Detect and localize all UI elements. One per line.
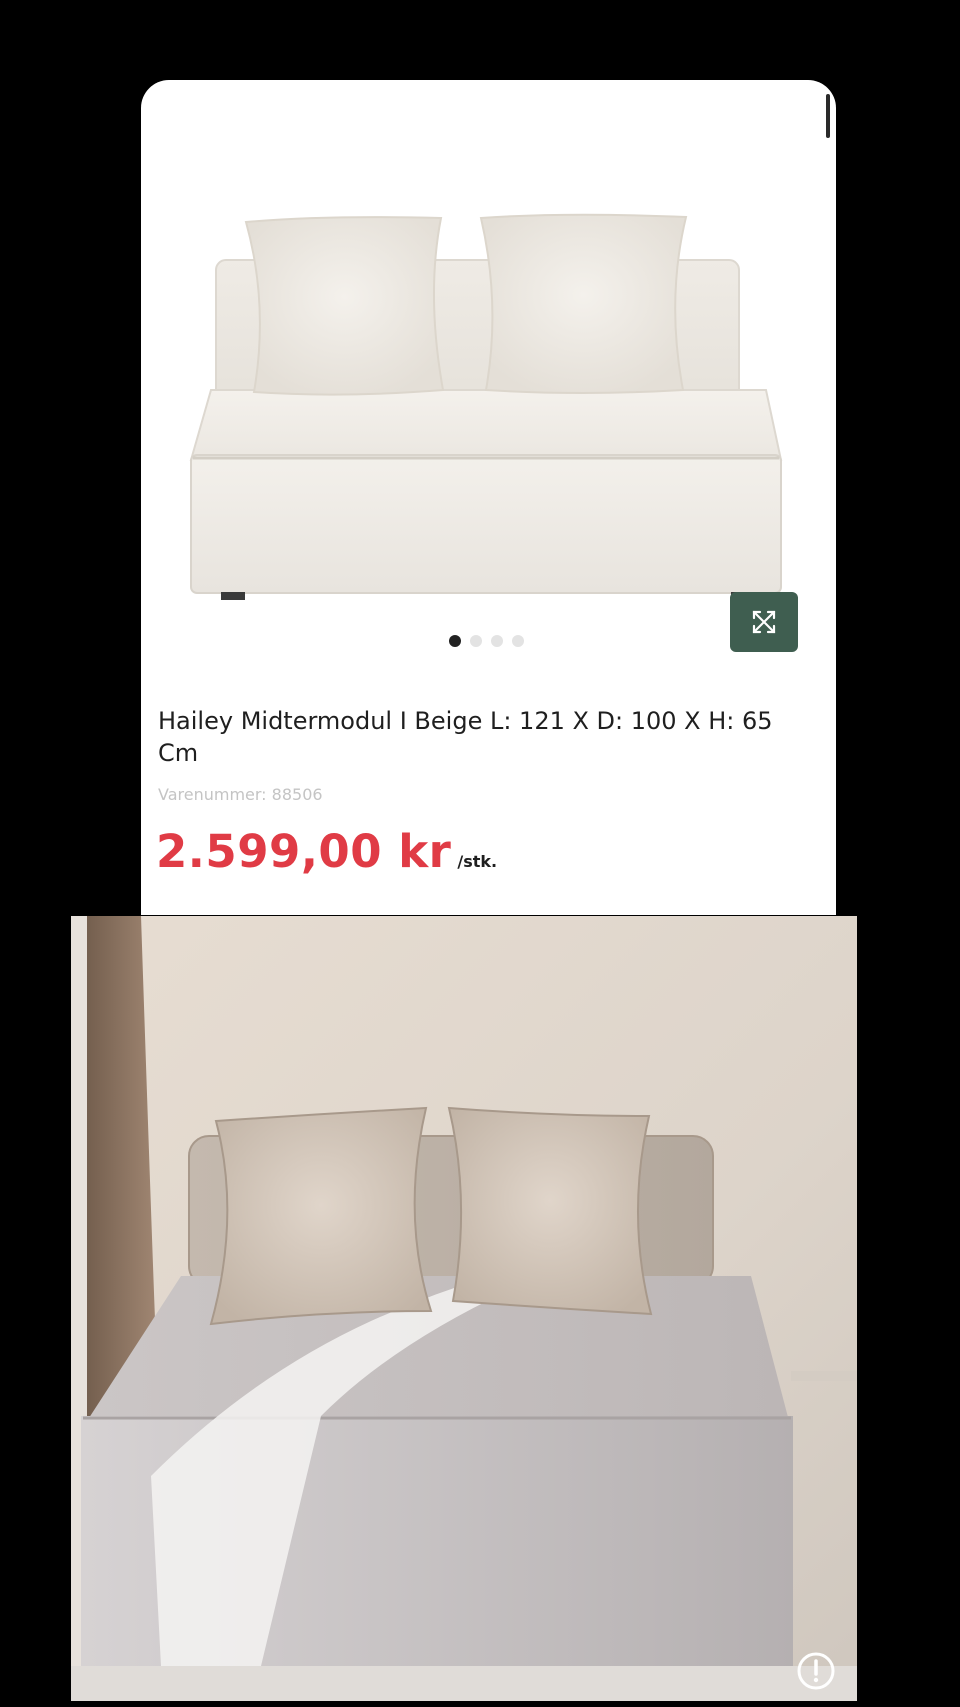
product-card: Hailey Midtermodul I Beige L: 121 X D: 1…: [141, 80, 836, 915]
info-icon: [797, 1652, 835, 1690]
expand-image-button[interactable]: [730, 592, 798, 652]
product-title: Hailey Midtermodul I Beige L: 121 X D: 1…: [158, 707, 773, 767]
carousel-dots: [449, 635, 524, 647]
price-line: 2.599,00 kr /stk.: [156, 825, 497, 878]
sofa-module-illustration: [189, 213, 783, 600]
carousel-dot-3[interactable]: [491, 635, 503, 647]
product-sku: Varenummer: 88506: [158, 785, 323, 804]
expand-arrows-icon: [752, 610, 776, 634]
product-image[interactable]: [141, 100, 836, 640]
carousel-dot-2[interactable]: [470, 635, 482, 647]
carousel-dot-4[interactable]: [512, 635, 524, 647]
product-price: 2.599,00 kr: [156, 825, 452, 878]
sofa-photo-illustration: [71, 916, 857, 1701]
carousel-dot-1[interactable]: [449, 635, 461, 647]
customer-photo[interactable]: [71, 916, 857, 1701]
info-button[interactable]: [796, 1651, 836, 1691]
price-unit: /stk.: [457, 852, 498, 871]
